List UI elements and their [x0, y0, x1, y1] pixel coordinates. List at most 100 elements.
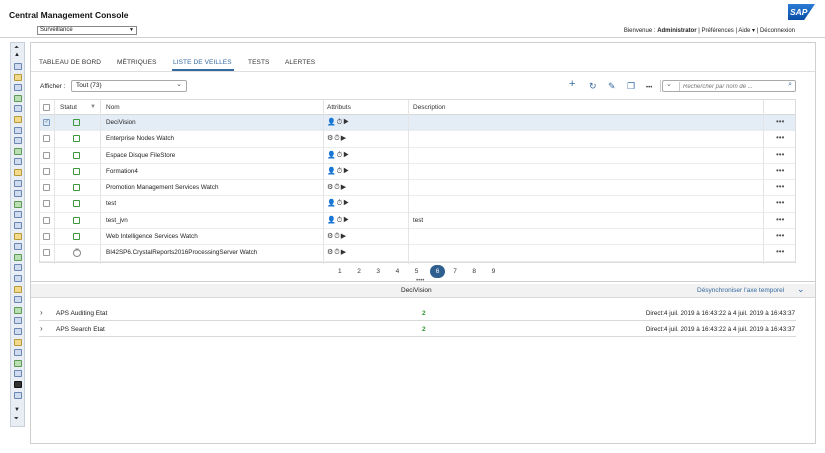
select-all-checkbox[interactable] — [43, 104, 50, 111]
database-icon[interactable] — [14, 211, 22, 219]
status-filter-icon[interactable]: ▼ — [90, 104, 96, 110]
expand-chevron-icon[interactable]: › — [40, 308, 43, 317]
filter-select[interactable]: Tout (73) ⌄ — [71, 80, 187, 92]
query-icon[interactable] — [14, 317, 22, 325]
table-row[interactable]: Formation4 👤⏱▶ ••• — [40, 164, 795, 181]
page-9-button[interactable]: 9 — [492, 268, 496, 275]
calendar-icon[interactable] — [14, 116, 22, 123]
report-icon[interactable] — [14, 105, 22, 113]
table-row[interactable]: DeciVision 👤⏱▶ ••• — [40, 115, 795, 132]
license-icon[interactable] — [14, 137, 22, 145]
row-more-icon[interactable]: ••• — [776, 150, 784, 159]
page-6-button[interactable]: 6 — [430, 265, 445, 278]
chart-icon[interactable] — [14, 222, 22, 229]
page-2-button[interactable]: 2 — [357, 268, 361, 275]
row-name[interactable]: Web Intelligence Services Watch — [106, 233, 198, 240]
folder-icon[interactable] — [14, 63, 22, 70]
audit-icon[interactable] — [14, 158, 22, 166]
row-more-icon[interactable]: ••• — [776, 247, 784, 256]
row-checkbox[interactable] — [43, 249, 50, 257]
alert-icon[interactable] — [14, 169, 22, 176]
page-8-button[interactable]: 8 — [472, 268, 476, 275]
row-checkbox[interactable] — [43, 200, 50, 208]
patch-icon[interactable] — [14, 349, 22, 357]
sync-icon[interactable] — [14, 359, 22, 367]
terminal-icon[interactable] — [14, 381, 22, 388]
group-icon[interactable] — [14, 94, 22, 102]
table-row[interactable]: Promotion Management Services Watch ⚙⏱▶ ••… — [40, 180, 795, 197]
tab-tests[interactable]: TESTS — [248, 59, 269, 66]
column-description[interactable]: Description — [413, 104, 446, 111]
inbox-icon[interactable] — [14, 306, 22, 314]
collapse-icon[interactable]: ⌄ — [797, 284, 805, 295]
detail-row[interactable]: › APS Search Etat 2 Direct:4 juil. 2019 à 1… — [39, 322, 796, 337]
mode-select[interactable]: Surveillance ▼ — [37, 26, 137, 35]
row-more-icon[interactable]: ••• — [776, 133, 784, 142]
search-icon[interactable]: ⌕ — [788, 81, 792, 89]
row-name[interactable]: Promotion Management Services Watch — [106, 184, 218, 191]
server-icon[interactable] — [14, 73, 22, 81]
tab-metrics[interactable]: MÉTRIQUES — [117, 59, 157, 66]
row-name[interactable]: DeciVision — [106, 119, 136, 126]
row-name[interactable]: Enterprise Nodes Watch — [106, 135, 174, 142]
connection-icon[interactable] — [14, 264, 22, 272]
settings-icon[interactable] — [14, 126, 22, 134]
federation-icon[interactable] — [14, 328, 22, 335]
document-icon[interactable] — [14, 232, 22, 240]
tab-alerts[interactable]: ALERTES — [285, 59, 315, 66]
page-4-button[interactable]: 4 — [396, 268, 400, 275]
row-more-icon[interactable]: ••• — [776, 198, 784, 207]
refresh-icon[interactable]: ↻ — [589, 81, 597, 91]
key-icon[interactable] — [14, 190, 22, 198]
category-icon[interactable] — [14, 296, 22, 304]
row-checkbox[interactable] — [43, 184, 50, 192]
expand-chevron-icon[interactable]: › — [40, 324, 43, 333]
network-icon[interactable] — [14, 200, 22, 208]
scroll-up-icon[interactable]: ▲ — [14, 52, 20, 58]
search-scope-chevron-icon[interactable]: ⌄ — [666, 80, 672, 88]
column-name[interactable]: Nom — [106, 104, 120, 111]
tab-watch-list[interactable]: LISTE DE VEILLES — [173, 59, 232, 66]
scroll-top-icon[interactable]: ⏶ — [14, 45, 19, 52]
page-3-button[interactable]: 3 — [376, 268, 380, 275]
cube-icon[interactable] — [14, 179, 22, 187]
table-row[interactable]: Web Intelligence Services Watch ⚙⏱▶ ••• — [40, 229, 795, 246]
row-checkbox[interactable] — [43, 216, 50, 224]
column-status[interactable]: Statut — [60, 104, 77, 111]
scroll-down-icon[interactable]: ▼ — [14, 407, 20, 413]
universe-icon[interactable] — [14, 285, 22, 293]
row-checkbox[interactable] — [43, 233, 50, 241]
page-5-button[interactable]: 5 — [415, 268, 419, 275]
tab-dashboard[interactable]: TABLEAU DE BORD — [39, 59, 101, 66]
row-more-icon[interactable]: ••• — [776, 166, 784, 175]
user-icon[interactable] — [14, 84, 22, 92]
promotion-icon[interactable] — [14, 338, 22, 346]
row-checkbox[interactable] — [43, 118, 50, 126]
table-row[interactable]: BI42SP6.CrystalReports2016ProcessingServ… — [40, 245, 795, 262]
row-name[interactable]: test_jvn — [106, 217, 128, 224]
page-7-button[interactable]: 7 — [453, 268, 457, 275]
column-attributes[interactable]: Attributs — [327, 104, 351, 111]
row-more-icon[interactable]: ••• — [776, 215, 784, 224]
lock-icon[interactable] — [14, 243, 22, 251]
row-checkbox[interactable] — [43, 151, 50, 159]
edit-icon[interactable]: ✎ — [608, 81, 616, 91]
row-more-icon[interactable]: ••• — [776, 231, 784, 240]
gear-icon[interactable] — [14, 253, 22, 261]
row-checkbox[interactable] — [43, 135, 50, 143]
row-more-icon[interactable]: ••• — [776, 117, 784, 126]
row-name[interactable]: Espace Disque FileStore — [106, 152, 175, 159]
table-row[interactable]: Espace Disque FileStore 👤⏱▶ ••• — [40, 148, 795, 164]
detail-row[interactable]: › APS Auditing Etat 2 Direct:4 juil. 2019 à… — [39, 306, 796, 321]
add-icon[interactable]: + — [569, 79, 575, 90]
row-name[interactable]: test — [106, 200, 116, 207]
logout-link[interactable]: Déconnexion — [760, 28, 795, 34]
row-checkbox[interactable] — [43, 167, 50, 175]
help-menu[interactable]: Aide ▾ — [738, 28, 755, 34]
settings-icon[interactable] — [14, 370, 22, 378]
event-icon[interactable] — [14, 275, 22, 282]
app-icon[interactable] — [14, 391, 22, 399]
table-row[interactable]: Enterprise Nodes Watch ⚙⏱▶ ••• — [40, 131, 795, 148]
more-actions-icon[interactable]: ••• — [646, 83, 652, 93]
page-1-button[interactable]: 1 — [338, 268, 342, 275]
